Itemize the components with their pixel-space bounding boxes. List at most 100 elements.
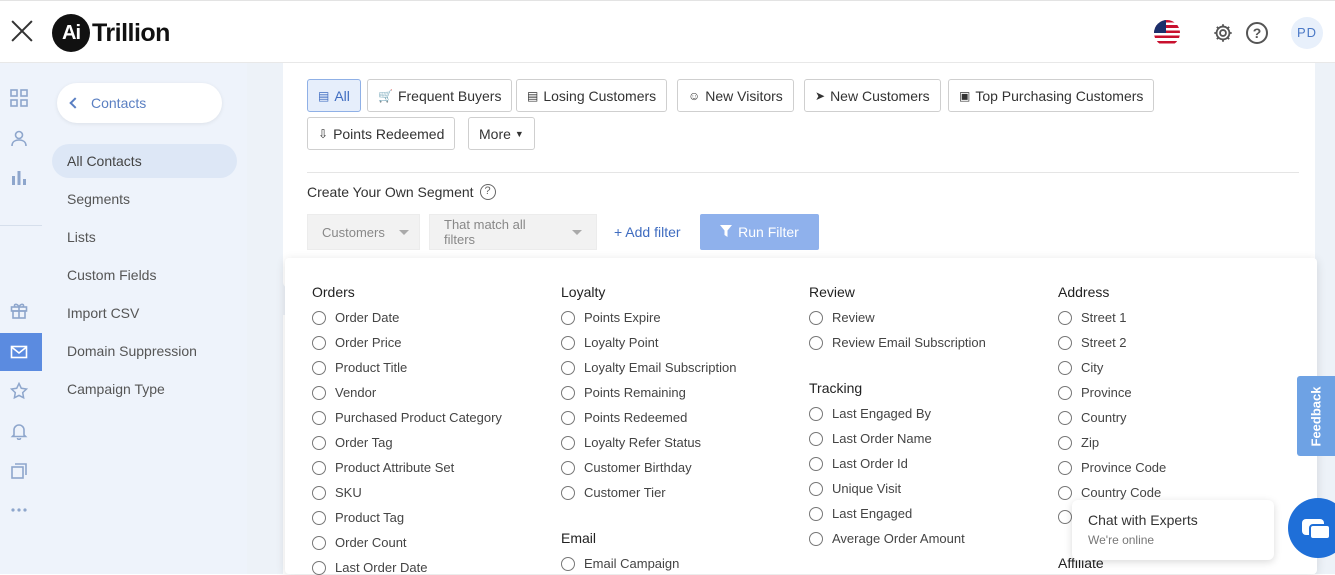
option-order-tag[interactable]: Order Tag	[312, 435, 393, 450]
add-filter-link[interactable]: + Add filter	[614, 224, 681, 240]
bar-chart-icon[interactable]	[9, 167, 29, 187]
option-points-redeemed[interactable]: Points Redeemed	[561, 410, 687, 425]
radio-icon	[1058, 410, 1072, 425]
chat-bubble[interactable]: Chat with Experts We're online	[1072, 500, 1274, 560]
option-customer-tier[interactable]: Customer Tier	[561, 485, 666, 500]
icon-rail	[0, 63, 42, 574]
segment-new-visitors-button[interactable]: ☺ New Visitors	[677, 79, 794, 112]
help-icon[interactable]: ?	[1246, 22, 1268, 44]
close-icon[interactable]	[10, 19, 34, 43]
option-street-1[interactable]: Street 1	[1058, 310, 1127, 325]
option-order-price[interactable]: Order Price	[312, 335, 401, 350]
option-points-remaining[interactable]: Points Remaining	[561, 385, 686, 400]
sidebar-item-campaign-type[interactable]: Campaign Type	[52, 372, 237, 406]
radio-icon	[312, 535, 326, 550]
segment-frequent-buyers-button[interactable]: 🛒 Frequent Buyers	[367, 79, 513, 112]
segment-all-button[interactable]: ▤ All	[307, 79, 361, 112]
gear-icon[interactable]	[1212, 22, 1234, 44]
rail-divider	[0, 225, 42, 226]
back-to-contacts-button[interactable]: Contacts	[57, 83, 222, 123]
option-review-email-subscription[interactable]: Review Email Subscription	[809, 335, 986, 350]
option-points-expire[interactable]: Points Expire	[561, 310, 661, 325]
radio-icon	[561, 485, 575, 500]
cards-icon[interactable]	[9, 461, 29, 481]
radio-icon	[809, 456, 823, 471]
option-country[interactable]: Country	[1058, 410, 1127, 425]
match-select[interactable]: That match all filters	[429, 214, 597, 250]
star-icon[interactable]	[9, 381, 29, 401]
option-customer-birthday[interactable]: Customer Birthday	[561, 460, 692, 475]
option-last-order-date[interactable]: Last Order Date	[312, 560, 428, 575]
section-divider	[307, 172, 1299, 173]
option-last-engaged-by[interactable]: Last Engaged By	[809, 406, 931, 421]
us-flag-icon[interactable]	[1154, 20, 1180, 46]
option-product-attribute-set[interactable]: Product Attribute Set	[312, 460, 454, 475]
avatar[interactable]: PD	[1291, 17, 1323, 49]
credit-card-icon: ▣	[959, 88, 971, 103]
segment-new-customers-button[interactable]: ➤ New Customers	[804, 79, 941, 112]
option-last-order-name[interactable]: Last Order Name	[809, 431, 932, 446]
sidebar-item-all-contacts[interactable]: All Contacts	[52, 144, 237, 178]
radio-icon	[809, 431, 823, 446]
group-title-email: Email	[561, 530, 597, 546]
option-review[interactable]: Review	[809, 310, 875, 325]
option-average-order-amount[interactable]: Average Order Amount	[809, 531, 965, 546]
radio-icon	[312, 410, 326, 425]
option-last-engaged[interactable]: Last Engaged	[809, 506, 912, 521]
option-email-campaign[interactable]: Email Campaign	[561, 556, 679, 571]
segment-losing-customers-button[interactable]: ▤ Losing Customers	[516, 79, 668, 112]
option-province[interactable]: Province	[1058, 385, 1132, 400]
run-filter-button[interactable]: Run Filter	[700, 214, 819, 250]
user-circle-icon: ☺	[688, 88, 701, 103]
gift-icon[interactable]	[9, 300, 29, 320]
option-province-code[interactable]: Province Code	[1058, 460, 1166, 475]
feedback-tab[interactable]: Feedback	[1297, 376, 1335, 456]
sidebar-item-segments[interactable]: Segments	[52, 182, 237, 216]
radio-icon	[1058, 310, 1072, 325]
sidebar-item-import-csv[interactable]: Import CSV	[52, 296, 237, 330]
option-street-2[interactable]: Street 2	[1058, 335, 1127, 350]
radio-icon	[312, 310, 326, 325]
option-vendor[interactable]: Vendor	[312, 385, 376, 400]
email-icon[interactable]	[9, 342, 29, 362]
radio-icon	[1058, 435, 1072, 450]
radio-icon	[809, 406, 823, 421]
sidebar-item-lists[interactable]: Lists	[52, 220, 237, 254]
segment-points-redeemed-button[interactable]: ⇩ Points Redeemed	[307, 117, 456, 150]
radio-icon	[561, 460, 575, 475]
option-sku[interactable]: SKU	[312, 485, 362, 500]
sidebar-item-custom-fields[interactable]: Custom Fields	[52, 258, 237, 292]
option-loyalty-point[interactable]: Loyalty Point	[561, 335, 658, 350]
segment-more-button[interactable]: More ▼	[468, 117, 535, 150]
option-country-code[interactable]: Country Code	[1058, 485, 1161, 500]
radio-icon	[561, 556, 575, 571]
option-order-count[interactable]: Order Count	[312, 535, 407, 550]
more-dots-icon[interactable]	[9, 500, 29, 520]
option-loyalty-refer-status[interactable]: Loyalty Refer Status	[561, 435, 701, 450]
option-zip[interactable]: Zip	[1058, 435, 1099, 450]
entity-select[interactable]: Customers	[307, 214, 420, 250]
dashboard-icon[interactable]	[9, 88, 29, 108]
radio-icon	[809, 335, 823, 350]
bell-icon[interactable]	[9, 421, 29, 441]
option-product-tag[interactable]: Product Tag	[312, 510, 404, 525]
segment-top-purchasing-button[interactable]: ▣ Top Purchasing Customers	[948, 79, 1155, 112]
group-title-loyalty: Loyalty	[561, 284, 606, 300]
radio-icon	[1058, 485, 1072, 500]
option-loyalty-email-subscription[interactable]: Loyalty Email Subscription	[561, 360, 736, 375]
option-unique-visit[interactable]: Unique Visit	[809, 481, 901, 496]
option-order-date[interactable]: Order Date	[312, 310, 399, 325]
option-city[interactable]: City	[1058, 360, 1103, 375]
radio-icon	[312, 485, 326, 500]
sidebar-item-domain-suppression[interactable]: Domain Suppression	[52, 334, 237, 368]
option-product-title[interactable]: Product Title	[312, 360, 407, 375]
segment-card: ▤ All 🛒 Frequent Buyers ▤ Losing Customers …	[283, 63, 1315, 288]
option-last-order-id[interactable]: Last Order Id	[809, 456, 908, 471]
question-circle-icon[interactable]: ?	[479, 184, 496, 200]
option-purchased-product-category[interactable]: Purchased Product Category	[312, 410, 502, 425]
user-icon[interactable]	[9, 128, 29, 148]
app-logo: Ai Trillion	[52, 14, 170, 52]
back-label: Contacts	[91, 95, 147, 111]
radio-icon	[561, 310, 575, 325]
list-alt-icon: ▤	[527, 88, 539, 103]
